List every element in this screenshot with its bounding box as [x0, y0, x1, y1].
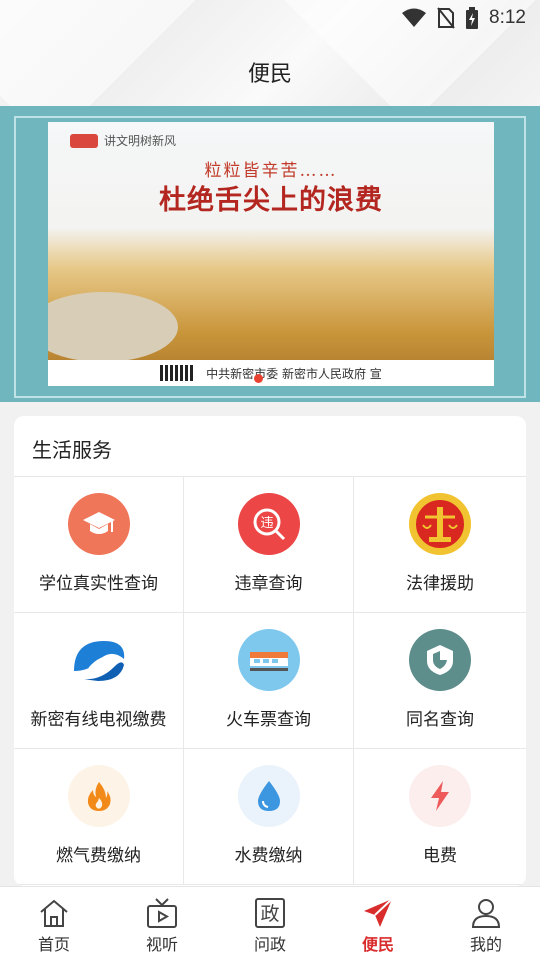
government-icon: 政 [253, 897, 287, 929]
service-label: 火车票查询 [226, 710, 311, 730]
tab-label: 问政 [253, 935, 286, 954]
banner-footer: 中共新密市委 新密市人民政府 宣 [48, 360, 494, 386]
svg-text:违: 违 [260, 516, 273, 531]
service-degree-check[interactable]: 学位真实性查询 [14, 477, 184, 613]
graduation-cap-icon [67, 493, 130, 555]
status-time: 8:12 [489, 7, 526, 28]
service-electricity[interactable]: 电费 [354, 749, 526, 885]
banner-bowl-image [48, 292, 178, 362]
service-legal-aid[interactable]: 法律援助 [354, 477, 526, 613]
service-label: 法律援助 [406, 574, 474, 594]
tab-services[interactable]: 便民 [324, 887, 432, 960]
bottom-tab-bar: 首页 视听 政 问政 便民 我的 [0, 886, 540, 960]
water-drop-icon [237, 765, 300, 827]
tab-label: 视听 [145, 935, 178, 954]
banner-footer-text: 中共新密市委 新密市人民政府 宣 [206, 366, 382, 381]
train-icon [237, 629, 300, 691]
tv-icon [145, 897, 179, 929]
service-label: 燃气费缴纳 [56, 846, 141, 866]
battery-charging-icon [465, 7, 479, 29]
banner-page-indicator[interactable] [254, 374, 263, 383]
service-violation-check[interactable]: 违 违章查询 [184, 477, 354, 613]
wifi-icon [401, 8, 427, 28]
status-bar: 8:12 [0, 0, 540, 36]
lightning-icon [409, 765, 471, 827]
service-label: 违章查询 [234, 574, 303, 594]
no-sim-icon [437, 7, 455, 29]
government-glyph: 政 [260, 903, 279, 925]
home-icon [37, 897, 71, 929]
banner-logo-text: 讲文明树新风 [104, 134, 177, 148]
court-emblem-icon [409, 493, 471, 555]
banner-logo: 讲文明树新风 [70, 132, 176, 149]
banner-logo-badge [70, 133, 98, 148]
service-water-payment[interactable]: 水费缴纳 [184, 749, 354, 885]
flame-icon [67, 765, 130, 827]
service-name-search[interactable]: 同名查询 [354, 613, 526, 749]
service-label: 电费 [423, 846, 457, 866]
banner-poster[interactable]: 讲文明树新风 粒粒皆辛苦…… 杜绝舌尖上的浪费 中共新密市委 新密市人民政府 宣 [48, 122, 494, 386]
tab-profile[interactable]: 我的 [432, 887, 540, 960]
qr-code-icon [160, 365, 195, 381]
cable-tv-logo-icon [68, 629, 130, 691]
service-label: 新密有线电视缴费 [30, 710, 167, 730]
services-grid: 学位真实性查询 违 违章查询 法律援助 新密有线电视缴费 火车票查询 同名查询 … [14, 477, 526, 885]
tab-home[interactable]: 首页 [0, 887, 108, 960]
services-title: 生活服务 [32, 438, 112, 462]
banner-headline: 杜绝舌尖上的浪费 [159, 185, 383, 216]
tab-media[interactable]: 视听 [108, 887, 216, 960]
violation-icon: 违 [237, 493, 300, 555]
tab-label: 便民 [361, 935, 394, 954]
shield-icon [409, 629, 471, 691]
page-title: 便民 [247, 62, 292, 87]
service-cable-tv[interactable]: 新密有线电视缴费 [14, 613, 184, 749]
paper-plane-icon [361, 897, 395, 929]
services-card: 生活服务 学位真实性查询 违 违章查询 法律援助 新密有线电视缴费 火车票查询 … [14, 416, 526, 886]
tab-government[interactable]: 政 问政 [216, 887, 324, 960]
person-icon [469, 897, 503, 929]
service-gas-payment[interactable]: 燃气费缴纳 [14, 749, 184, 885]
service-label: 学位真实性查询 [39, 574, 158, 594]
service-label: 同名查询 [406, 710, 474, 730]
tab-label: 首页 [37, 935, 70, 954]
tab-label: 我的 [469, 935, 502, 954]
service-train-tickets[interactable]: 火车票查询 [184, 613, 354, 749]
service-label: 水费缴纳 [234, 846, 303, 866]
